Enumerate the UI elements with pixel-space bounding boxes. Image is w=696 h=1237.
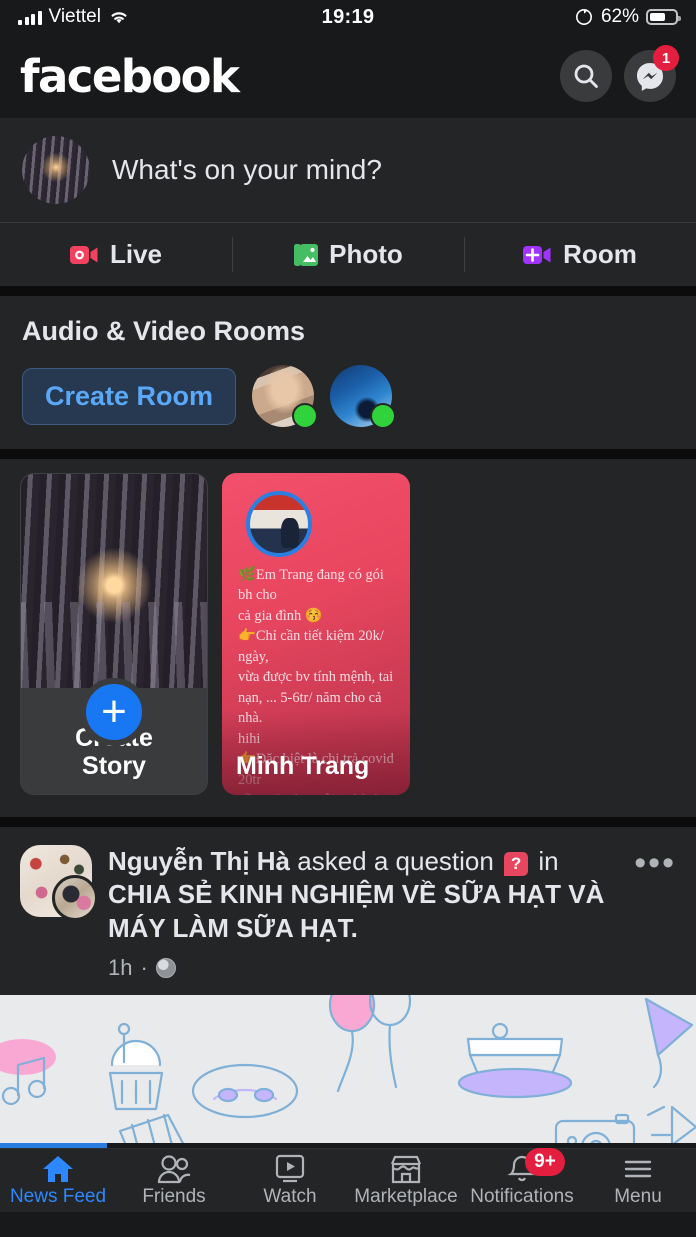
- active-status-dot: [370, 403, 397, 429]
- feed-post: Nguyễn Thị Hà asked a question ? in CHIA…: [0, 827, 696, 995]
- battery-icon: [646, 9, 681, 25]
- watch-play-icon: [274, 1152, 306, 1184]
- party-doodle-background: [0, 994, 696, 1143]
- nav-item-friends[interactable]: Friends: [116, 1149, 232, 1212]
- composer-actions-row: Live Photo Room: [0, 222, 696, 286]
- post-timestamp[interactable]: 1h: [108, 955, 132, 981]
- section-divider: [0, 286, 696, 296]
- post-image[interactable]: [0, 994, 696, 1143]
- rooms-section-title: Audio & Video Rooms: [22, 316, 306, 346]
- nav-label-menu: Menu: [614, 1186, 662, 1208]
- facebook-mobile-app: Viettel 19:19 62% facebook 1 What's on y…: [0, 0, 696, 1237]
- post-meta: Nguyễn Thị Hà asked a question ? in CHIA…: [108, 845, 618, 981]
- plus-icon[interactable]: +: [80, 678, 148, 746]
- status-bar-left: Viettel: [18, 6, 322, 28]
- post-avatar[interactable]: [20, 845, 98, 921]
- audio-video-rooms-section: Audio & Video Rooms Create Room: [0, 296, 696, 449]
- photo-button[interactable]: Photo: [232, 223, 464, 286]
- hamburger-menu-icon: [622, 1152, 654, 1184]
- post-header: Nguyễn Thị Hà asked a question ? in CHIA…: [20, 845, 676, 981]
- story-text-line: vừa được bv tính mệnh, tai: [238, 669, 394, 686]
- messenger-badge: 1: [653, 45, 679, 71]
- post-separator: ·: [140, 954, 148, 980]
- live-label: Live: [109, 239, 163, 269]
- search-icon: [574, 64, 598, 88]
- messenger-button[interactable]: 1: [624, 45, 679, 102]
- nav-label-marketplace: Marketplace: [354, 1186, 458, 1208]
- notifications-badge: 9+: [525, 1148, 565, 1177]
- user-avatar[interactable]: [22, 136, 90, 204]
- bottom-navigation-bar: News Feed Friends Watch Marketplace 9+ N…: [0, 1147, 696, 1212]
- section-divider: [0, 817, 696, 827]
- status-bar: Viettel 19:19 62%: [0, 0, 696, 34]
- rooms-row: Create Room: [22, 365, 674, 429]
- room-label: Room: [563, 239, 637, 269]
- bell-icon: 9+: [507, 1148, 565, 1184]
- signal-bars-icon: [18, 10, 42, 25]
- create-story-background: [21, 474, 207, 688]
- scroll-progress-indicator: [0, 1142, 696, 1148]
- wifi-icon: [111, 12, 127, 24]
- post-subtitle: 1h ·: [108, 955, 618, 981]
- create-story-card[interactable]: + Create Story: [20, 473, 208, 795]
- section-divider: [0, 449, 696, 459]
- nav-item-marketplace[interactable]: Marketplace: [348, 1149, 464, 1212]
- create-story-line2: Story: [82, 752, 146, 780]
- photo-label: Photo: [329, 239, 403, 269]
- live-button[interactable]: Live: [0, 223, 232, 286]
- create-room-button[interactable]: Create Room: [22, 367, 237, 425]
- nav-label-watch: Watch: [263, 1186, 317, 1208]
- post-author-name[interactable]: Nguyễn Thị Hà: [108, 846, 290, 876]
- post-action-text: asked a question: [297, 846, 494, 876]
- globe-icon: [155, 957, 176, 978]
- facebook-logo[interactable]: facebook: [20, 50, 240, 103]
- home-icon: [41, 1152, 75, 1184]
- nav-item-menu[interactable]: Menu: [580, 1149, 696, 1212]
- more-options-icon[interactable]: •••: [634, 845, 676, 880]
- nav-item-watch[interactable]: Watch: [232, 1149, 348, 1212]
- post-group-name[interactable]: CHIA SẺ KINH NGHIỆM VỀ SỮA HẠT VÀ MÁY LÀ…: [108, 879, 604, 942]
- story-text-line: 👉Chỉ cần tiết kiệm 20k/ ngày,: [238, 628, 384, 665]
- story-author-avatar: [246, 491, 312, 557]
- nav-label-friends: Friends: [142, 1186, 206, 1208]
- nav-item-notifications[interactable]: 9+ Notifications: [464, 1148, 580, 1212]
- active-status-dot: [292, 403, 319, 429]
- app-header: facebook 1: [0, 34, 696, 118]
- nav-label-notifications: Notifications: [470, 1186, 574, 1208]
- author-avatar: [52, 875, 98, 921]
- post-in-text: in: [538, 846, 559, 876]
- composer-placeholder[interactable]: What's on your mind?: [112, 154, 382, 186]
- story-card[interactable]: 🌿Em Trang đang có gói bh cho cả gia đình…: [222, 473, 410, 795]
- rotation-lock-icon: [575, 9, 592, 25]
- marketplace-store-icon: [389, 1152, 423, 1184]
- room-video-icon: [523, 245, 551, 264]
- post-title: Nguyễn Thị Hà asked a question ? in CHIA…: [108, 845, 618, 945]
- stories-tray: + Create Story 🌿Em Trang đang có gói bh …: [0, 459, 696, 817]
- room-button[interactable]: Room: [464, 223, 696, 286]
- room-participant-2[interactable]: [330, 365, 397, 429]
- friends-icon: [156, 1152, 192, 1184]
- nav-item-news-feed[interactable]: News Feed: [0, 1149, 116, 1212]
- post-composer[interactable]: What's on your mind?: [0, 118, 696, 222]
- nav-label-news-feed: News Feed: [9, 1186, 107, 1208]
- header-actions: 1: [560, 45, 679, 102]
- story-text-line: 🌿Em Trang đang có gói bh cho: [238, 567, 384, 604]
- status-bar-right: 62%: [374, 6, 681, 28]
- clock: 19:19: [321, 5, 375, 28]
- live-video-icon: [69, 245, 98, 264]
- room-participant-1[interactable]: [252, 365, 319, 429]
- search-button[interactable]: [560, 50, 612, 102]
- photo-icon: [294, 243, 319, 266]
- battery-percent-label: 62%: [600, 6, 639, 27]
- story-text-line: cả gia đình 😚: [238, 607, 323, 624]
- story-author-name: Minh Trang: [236, 752, 370, 780]
- carrier-label: Viettel: [48, 6, 101, 27]
- question-emoji-icon: ?: [504, 852, 529, 876]
